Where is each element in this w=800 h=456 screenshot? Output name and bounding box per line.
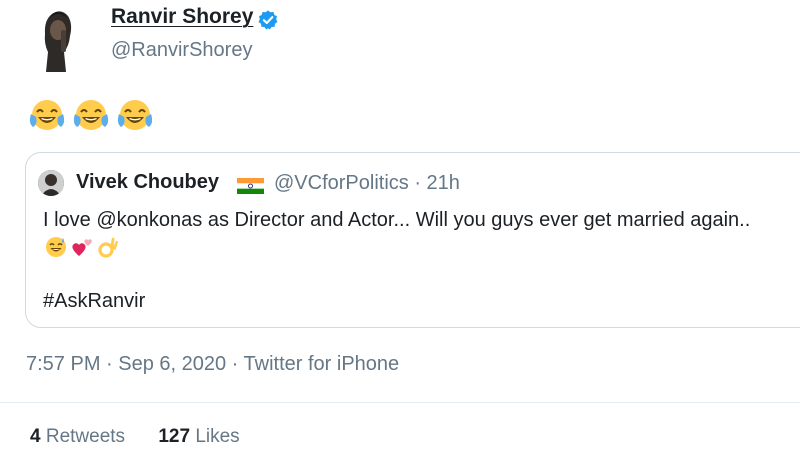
india-flag-icon (237, 178, 264, 194)
tweet-stats: 4 Retweets 127 Likes (30, 426, 240, 448)
face-with-tears-of-joy-emoji (116, 97, 154, 135)
retweets-stat[interactable]: 4 Retweets (30, 426, 125, 448)
quoted-author-handle-time[interactable]: @VCforPolitics · 21h (274, 172, 460, 195)
author-avatar[interactable] (28, 0, 86, 72)
retweets-label: Retweets (45, 426, 126, 447)
author-handle[interactable]: @RanvirShorey (111, 39, 252, 62)
two-hearts-emoji (70, 235, 94, 259)
likes-count: 127 (158, 426, 191, 447)
quoted-tweet-text: I love @konkonas as Director and Actor..… (43, 209, 751, 231)
grinning-sweat-emoji (44, 235, 68, 259)
quoted-tweet-card[interactable]: Vivek Choubey @VCforPolitics · 21h I lov… (25, 152, 800, 328)
ok-hand-emoji (96, 235, 120, 259)
verified-badge-icon (257, 9, 279, 31)
divider (0, 402, 800, 403)
likes-label: Likes (195, 426, 240, 447)
retweets-count: 4 (30, 426, 41, 447)
face-with-tears-of-joy-emoji (28, 97, 66, 135)
author-display-name[interactable]: Ranvir Shorey (111, 5, 253, 29)
quoted-author-name[interactable]: Vivek Choubey (76, 171, 219, 194)
likes-stat[interactable]: 127 Likes (158, 426, 239, 448)
quoted-tweet-hashtag[interactable]: #AskRanvir (43, 290, 145, 313)
tweet-timestamp[interactable]: 7:57 PM · Sep 6, 2020 · Twitter for iPho… (26, 353, 399, 376)
quoted-author-avatar[interactable] (38, 170, 64, 196)
face-with-tears-of-joy-emoji (72, 97, 110, 135)
